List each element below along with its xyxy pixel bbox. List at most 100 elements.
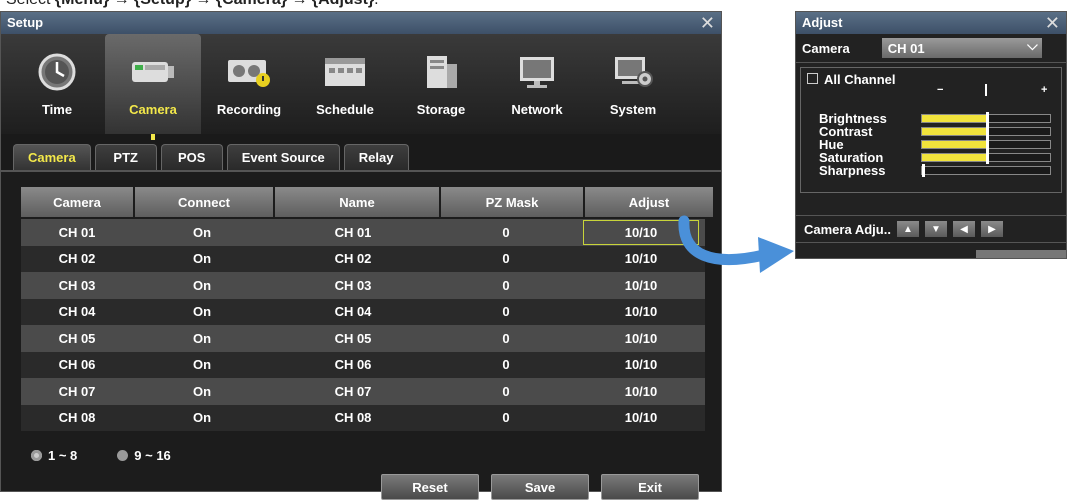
table-row[interactable]: CH 03 On CH 03 0 10/10 <box>21 272 705 299</box>
scale-minus: − <box>937 84 944 96</box>
slider-track[interactable] <box>921 112 1051 125</box>
cell-pz-mask[interactable]: 0 <box>435 405 577 432</box>
cell-adjust[interactable]: 10/10 <box>577 378 705 405</box>
adjust-bottom-button-partial[interactable] <box>976 250 1066 258</box>
cell-connect[interactable]: On <box>133 272 271 299</box>
menu-system[interactable]: System <box>585 34 681 134</box>
menu-schedule[interactable]: Schedule <box>297 34 393 134</box>
subtab-relay[interactable]: Relay <box>343 144 409 170</box>
save-button[interactable]: Save <box>491 474 589 500</box>
cell-name[interactable]: CH 01 <box>271 219 435 246</box>
table-header: Camera Connect Name PZ Mask Adjust <box>21 187 713 217</box>
slider-contrast[interactable]: Contrast <box>819 125 1051 138</box>
menu-camera[interactable]: Camera <box>105 34 201 140</box>
exit-button[interactable]: Exit <box>601 474 699 500</box>
cell-name[interactable]: CH 07 <box>271 378 435 405</box>
arrow-right-button[interactable]: ▶ <box>980 221 1003 237</box>
slider-track[interactable] <box>921 164 1051 177</box>
arrow-left-button[interactable]: ◀ <box>952 221 975 237</box>
cell-connect[interactable]: On <box>133 299 271 326</box>
close-icon[interactable]: ✕ <box>1045 12 1060 34</box>
slider-knob[interactable] <box>986 138 989 151</box>
cell-pz-mask[interactable]: 0 <box>435 299 577 326</box>
table-row[interactable]: CH 01 On CH 01 0 10/10 <box>21 219 705 246</box>
table-row[interactable]: CH 08 On CH 08 0 10/10 <box>21 404 705 432</box>
table-row[interactable]: CH 02 On CH 02 0 10/10 <box>21 245 705 273</box>
cell-adjust[interactable]: 10/10 <box>577 325 705 352</box>
camera-icon <box>130 52 176 92</box>
table-row[interactable]: CH 07 On CH 07 0 10/10 <box>21 378 705 405</box>
reset-button[interactable]: Reset <box>381 474 479 500</box>
cell-pz-mask[interactable]: 0 <box>435 219 577 246</box>
camera-select[interactable]: CH 01 ⌵ <box>881 37 1042 58</box>
arrow-up-button[interactable]: ▲ <box>896 221 919 237</box>
menu-network[interactable]: Network <box>489 34 585 134</box>
subtab-pos[interactable]: POS <box>160 144 223 170</box>
cell-pz-mask[interactable]: 0 <box>435 352 577 379</box>
cell-camera: CH 08 <box>58 410 96 426</box>
menu-storage[interactable]: Storage <box>393 34 489 134</box>
storage-icon <box>418 52 464 92</box>
subtab-ptz[interactable]: PTZ <box>94 144 157 170</box>
cell-camera: CH 01 <box>58 224 96 240</box>
cell-pz-mask[interactable]: 0 <box>435 378 577 405</box>
close-icon[interactable]: ✕ <box>700 12 715 34</box>
menu-time[interactable]: Time <box>9 34 105 134</box>
cell-pz-mask[interactable]: 0 <box>435 246 577 273</box>
slider-label: Sharpness <box>819 163 886 178</box>
cell-name[interactable]: CH 08 <box>271 405 435 432</box>
page-label: 1 ~ 8 <box>48 448 78 463</box>
radio-selected-icon <box>31 450 42 461</box>
cell-pz-mask[interactable]: 0 <box>435 325 577 352</box>
channel-page-selector: 1 ~ 8 9 ~ 16 <box>31 448 171 463</box>
caption-separator: → <box>191 0 216 8</box>
cell-name[interactable]: CH 02 <box>271 246 435 273</box>
slider-track[interactable] <box>921 138 1051 151</box>
page-radio-1-8[interactable]: 1 ~ 8 <box>31 448 77 463</box>
slider-knob[interactable] <box>986 151 989 164</box>
cell-name[interactable]: CH 05 <box>271 325 435 352</box>
arrow-down-button[interactable]: ▼ <box>924 221 947 237</box>
cell-adjust[interactable]: 10/10 <box>577 299 705 326</box>
schedule-icon <box>322 52 368 92</box>
cell-connect[interactable]: On <box>133 405 271 432</box>
cell-connect[interactable]: On <box>133 325 271 352</box>
slider-knob[interactable] <box>986 125 989 138</box>
setup-title: Setup <box>7 15 44 30</box>
cell-name[interactable]: CH 04 <box>271 299 435 326</box>
checkbox-icon <box>807 73 818 84</box>
subtab-camera[interactable]: Camera <box>13 144 91 170</box>
adjust-titlebar: Adjust ✕ <box>796 12 1066 34</box>
slider-sharpness[interactable]: Sharpness <box>819 164 1051 177</box>
setup-titlebar: Setup ✕ <box>1 12 721 34</box>
column-header-adjust: Adjust <box>585 187 713 217</box>
slider-track[interactable] <box>921 151 1051 164</box>
slider-knob[interactable] <box>986 112 989 125</box>
cell-connect[interactable]: On <box>133 378 271 405</box>
page-radio-9-16[interactable]: 9 ~ 16 <box>117 448 171 463</box>
camera-adjust-label: Camera Adju.. <box>804 221 891 237</box>
network-icon <box>514 52 560 92</box>
table-row[interactable]: CH 06 On CH 06 0 10/10 <box>21 351 705 379</box>
radio-icon <box>117 450 129 461</box>
subtab-event-source[interactable]: Event Source <box>226 144 340 170</box>
cell-connect[interactable]: On <box>133 219 271 246</box>
all-channel-checkbox[interactable]: All Channel <box>807 72 896 87</box>
setup-menu-bar: Time Camera Recording Schedule Storage N… <box>1 34 721 140</box>
cell-adjust[interactable]: 10/10 <box>577 352 705 379</box>
column-header-name: Name <box>275 187 439 217</box>
page-label: 9 ~ 16 <box>134 448 171 463</box>
slider-track[interactable] <box>921 125 1051 138</box>
cell-pz-mask[interactable]: 0 <box>435 272 577 299</box>
menu-recording[interactable]: Recording <box>201 34 297 134</box>
cell-camera: CH 03 <box>58 277 96 293</box>
cell-name[interactable]: CH 06 <box>271 352 435 379</box>
cell-name[interactable]: CH 03 <box>271 272 435 299</box>
cell-adjust[interactable]: 10/10 <box>577 405 705 432</box>
table-row[interactable]: CH 05 On CH 05 0 10/10 <box>21 325 705 352</box>
cell-connect[interactable]: On <box>133 246 271 273</box>
slider-knob[interactable] <box>922 164 925 177</box>
caption-suffix: . <box>374 0 378 8</box>
cell-connect[interactable]: On <box>133 352 271 379</box>
table-row[interactable]: CH 04 On CH 04 0 10/10 <box>21 298 705 326</box>
